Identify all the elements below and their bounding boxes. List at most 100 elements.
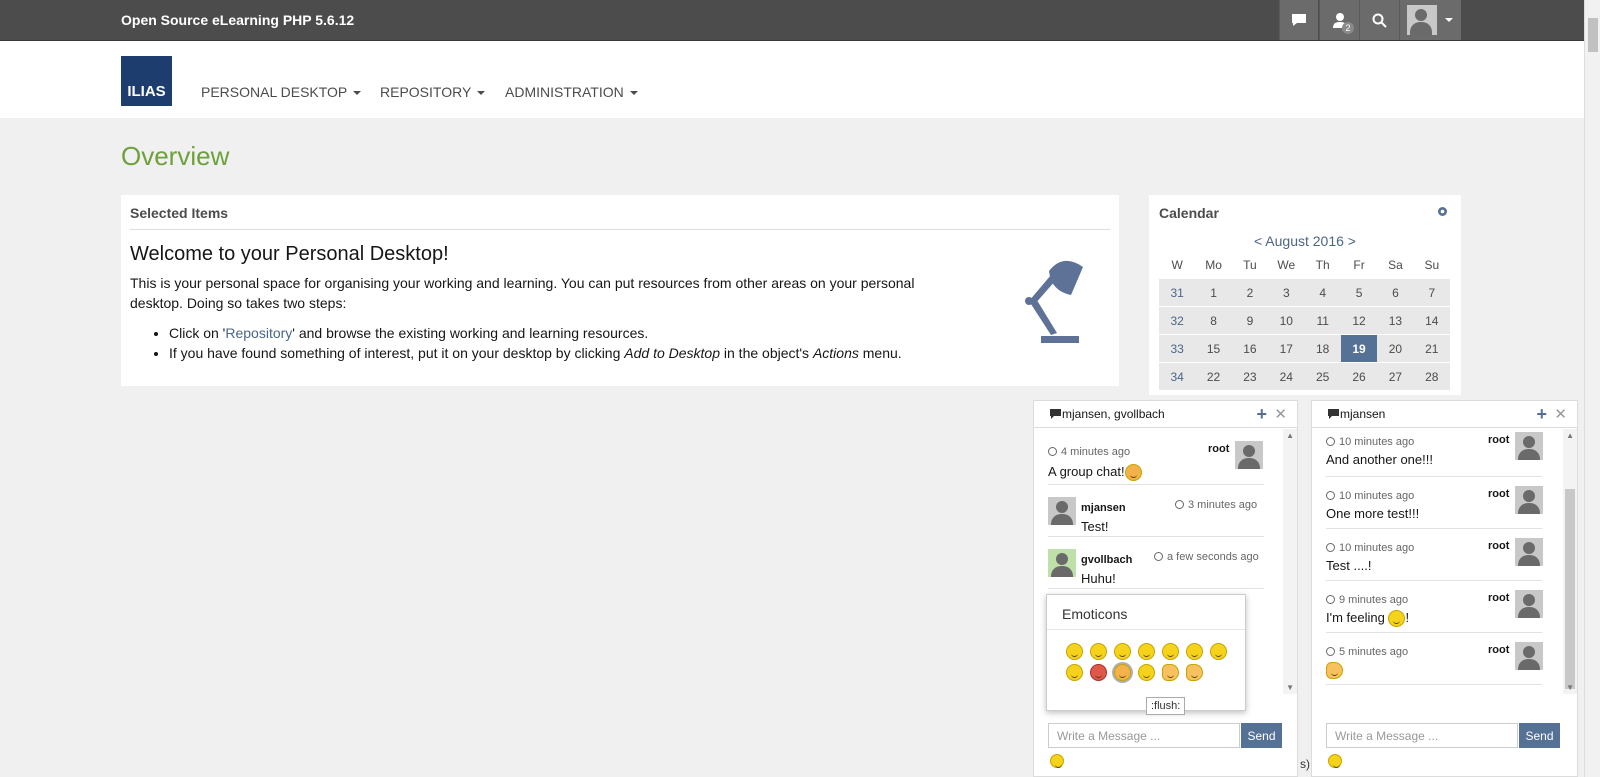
emoticons-title: Emoticons [1062,606,1128,622]
calendar-day[interactable]: 14 [1413,307,1450,334]
calendar-day[interactable]: 4 [1304,279,1341,306]
chat-bubble-icon [1050,409,1061,419]
cool-emoticon-icon[interactable] [1210,643,1227,660]
message-text: A group chat! [1048,464,1142,482]
calendar-day[interactable]: 24 [1268,363,1305,390]
message-text: Huhu! [1081,571,1116,586]
emoticon-toggle-icon[interactable] [1328,754,1342,768]
chat-message-input[interactable]: Write a Message ... [1048,723,1240,748]
calendar-day[interactable]: 1 [1195,279,1232,306]
calendar-day[interactable]: 28 [1413,363,1450,390]
message-time: 10 minutes ago [1326,436,1414,448]
chat-message-input[interactable]: Write a Message ... [1326,723,1518,748]
emoticon-toggle-icon[interactable] [1050,754,1064,768]
idea-emoticon-icon[interactable] [1138,664,1155,681]
calendar-header-row: W Mo Tu We Th Fr Sa Su [1159,251,1450,278]
user-menu-button[interactable] [1399,0,1461,40]
nav-repository[interactable]: REPOSITORY [380,84,486,100]
wink-emoticon-icon[interactable] [1090,643,1107,660]
calendar-day[interactable]: 12 [1340,307,1378,334]
calendar-day[interactable]: 15 [1195,335,1232,362]
calendar-day[interactable]: 5 [1340,279,1378,306]
chat-message: gvollbach a few seconds ago Huhu! [1048,539,1264,589]
nav-administration[interactable]: ADMINISTRATION [505,84,638,100]
calendar-day[interactable]: 25 [1304,363,1341,390]
calendar-day[interactable]: 10 [1268,307,1305,334]
send-button[interactable]: Send [1519,723,1560,748]
ilias-logo[interactable]: ILIAS [121,56,172,106]
calendar-week-row: 31 1 2 3 4 5 6 7 [1159,279,1450,306]
calendar-day-today[interactable]: 19 [1340,335,1378,362]
page-scrollbar[interactable] [1584,0,1600,777]
chat-button[interactable] [1279,0,1318,40]
close-icon[interactable]: ✕ [1274,405,1287,423]
avatar [1048,497,1076,525]
calendar-day[interactable]: 23 [1231,363,1269,390]
clock-icon [1326,437,1335,446]
calendar-day[interactable]: 26 [1340,363,1378,390]
calendar-day[interactable]: 2 [1231,279,1269,306]
calendar-day[interactable]: 16 [1231,335,1269,362]
weekday-header: Su [1424,257,1440,272]
calendar-day[interactable]: 11 [1304,307,1341,334]
calendar-day[interactable]: 13 [1377,307,1414,334]
chat-message: 10 minutes ago root Test ....! [1326,531,1543,581]
chat-icon [1292,14,1306,26]
chat-scrollbar[interactable]: ▲ ▼ [1563,429,1577,694]
add-participant-icon[interactable]: + [1536,404,1547,425]
smile-emoticon-icon[interactable] [1066,643,1083,660]
clock-icon [1326,595,1335,604]
scroll-down-icon[interactable]: ▼ [1566,683,1574,692]
contacts-count-badge: 2 [1342,22,1354,34]
chat-scrollbar[interactable]: ▲ ▼ [1283,429,1297,694]
calendar-day[interactable]: 21 [1413,335,1450,362]
message-text: Test! [1081,519,1109,534]
selected-items-panel: Selected Items Welcome to your Personal … [121,195,1119,386]
scroll-down-icon[interactable]: ▼ [1286,683,1294,692]
week-number-link[interactable]: 34 [1159,363,1196,390]
search-button[interactable] [1359,0,1399,40]
scrollbar-thumb[interactable] [1588,18,1598,52]
week-number-link[interactable]: 31 [1159,279,1196,306]
steps-list: Click on 'Repository' and browse the exi… [169,323,902,363]
eyes-emoticon-icon[interactable] [1066,664,1083,681]
clock-icon [1048,447,1057,456]
sad-emoticon-icon[interactable] [1138,643,1155,660]
flush-emoticon-icon[interactable] [1114,664,1131,681]
angry-emoticon-icon[interactable] [1090,664,1107,681]
calendar-day[interactable]: 9 [1231,307,1269,334]
nav-personal-desktop[interactable]: PERSONAL DESKTOP [201,84,362,100]
week-number-link[interactable]: 32 [1159,307,1196,334]
calendar-day[interactable]: 18 [1304,335,1341,362]
chat-title: mjansen [1340,407,1386,421]
shocked-emoticon-icon[interactable] [1186,643,1203,660]
calendar-day[interactable]: 6 [1377,279,1414,306]
calendar-day[interactable]: 17 [1268,335,1305,362]
clock-icon [1154,552,1163,561]
scroll-up-icon[interactable]: ▲ [1566,431,1574,440]
gear-icon[interactable] [1436,205,1449,218]
scroll-up-icon[interactable]: ▲ [1286,431,1294,440]
calendar-day[interactable]: 3 [1268,279,1305,306]
avatar [1515,486,1543,514]
calendar-day[interactable]: 20 [1377,335,1414,362]
repository-link[interactable]: Repository [225,325,292,341]
message-time: a few seconds ago [1154,551,1259,563]
calendar-day[interactable]: 27 [1377,363,1414,390]
add-participant-icon[interactable]: + [1256,404,1267,425]
send-button[interactable]: Send [1241,723,1282,748]
scrollbar-thumb[interactable] [1565,489,1575,689]
message-user: root [1488,434,1510,446]
grin-emoticon-icon[interactable] [1114,643,1131,660]
close-icon[interactable]: ✕ [1554,405,1567,423]
message-time: 3 minutes ago [1175,499,1257,511]
calendar-day[interactable]: 8 [1195,307,1232,334]
thumbs-up-emoticon-icon[interactable] [1162,664,1179,681]
calendar-day[interactable]: 7 [1413,279,1450,306]
confused-emoticon-icon[interactable] [1162,643,1179,660]
calendar-month-nav[interactable]: < August 2016 > [1149,233,1461,249]
contacts-button[interactable]: 2 [1319,0,1359,40]
calendar-day[interactable]: 22 [1195,363,1232,390]
thumbs-down-emoticon-icon[interactable] [1186,664,1203,681]
week-number-link[interactable]: 33 [1159,335,1196,362]
